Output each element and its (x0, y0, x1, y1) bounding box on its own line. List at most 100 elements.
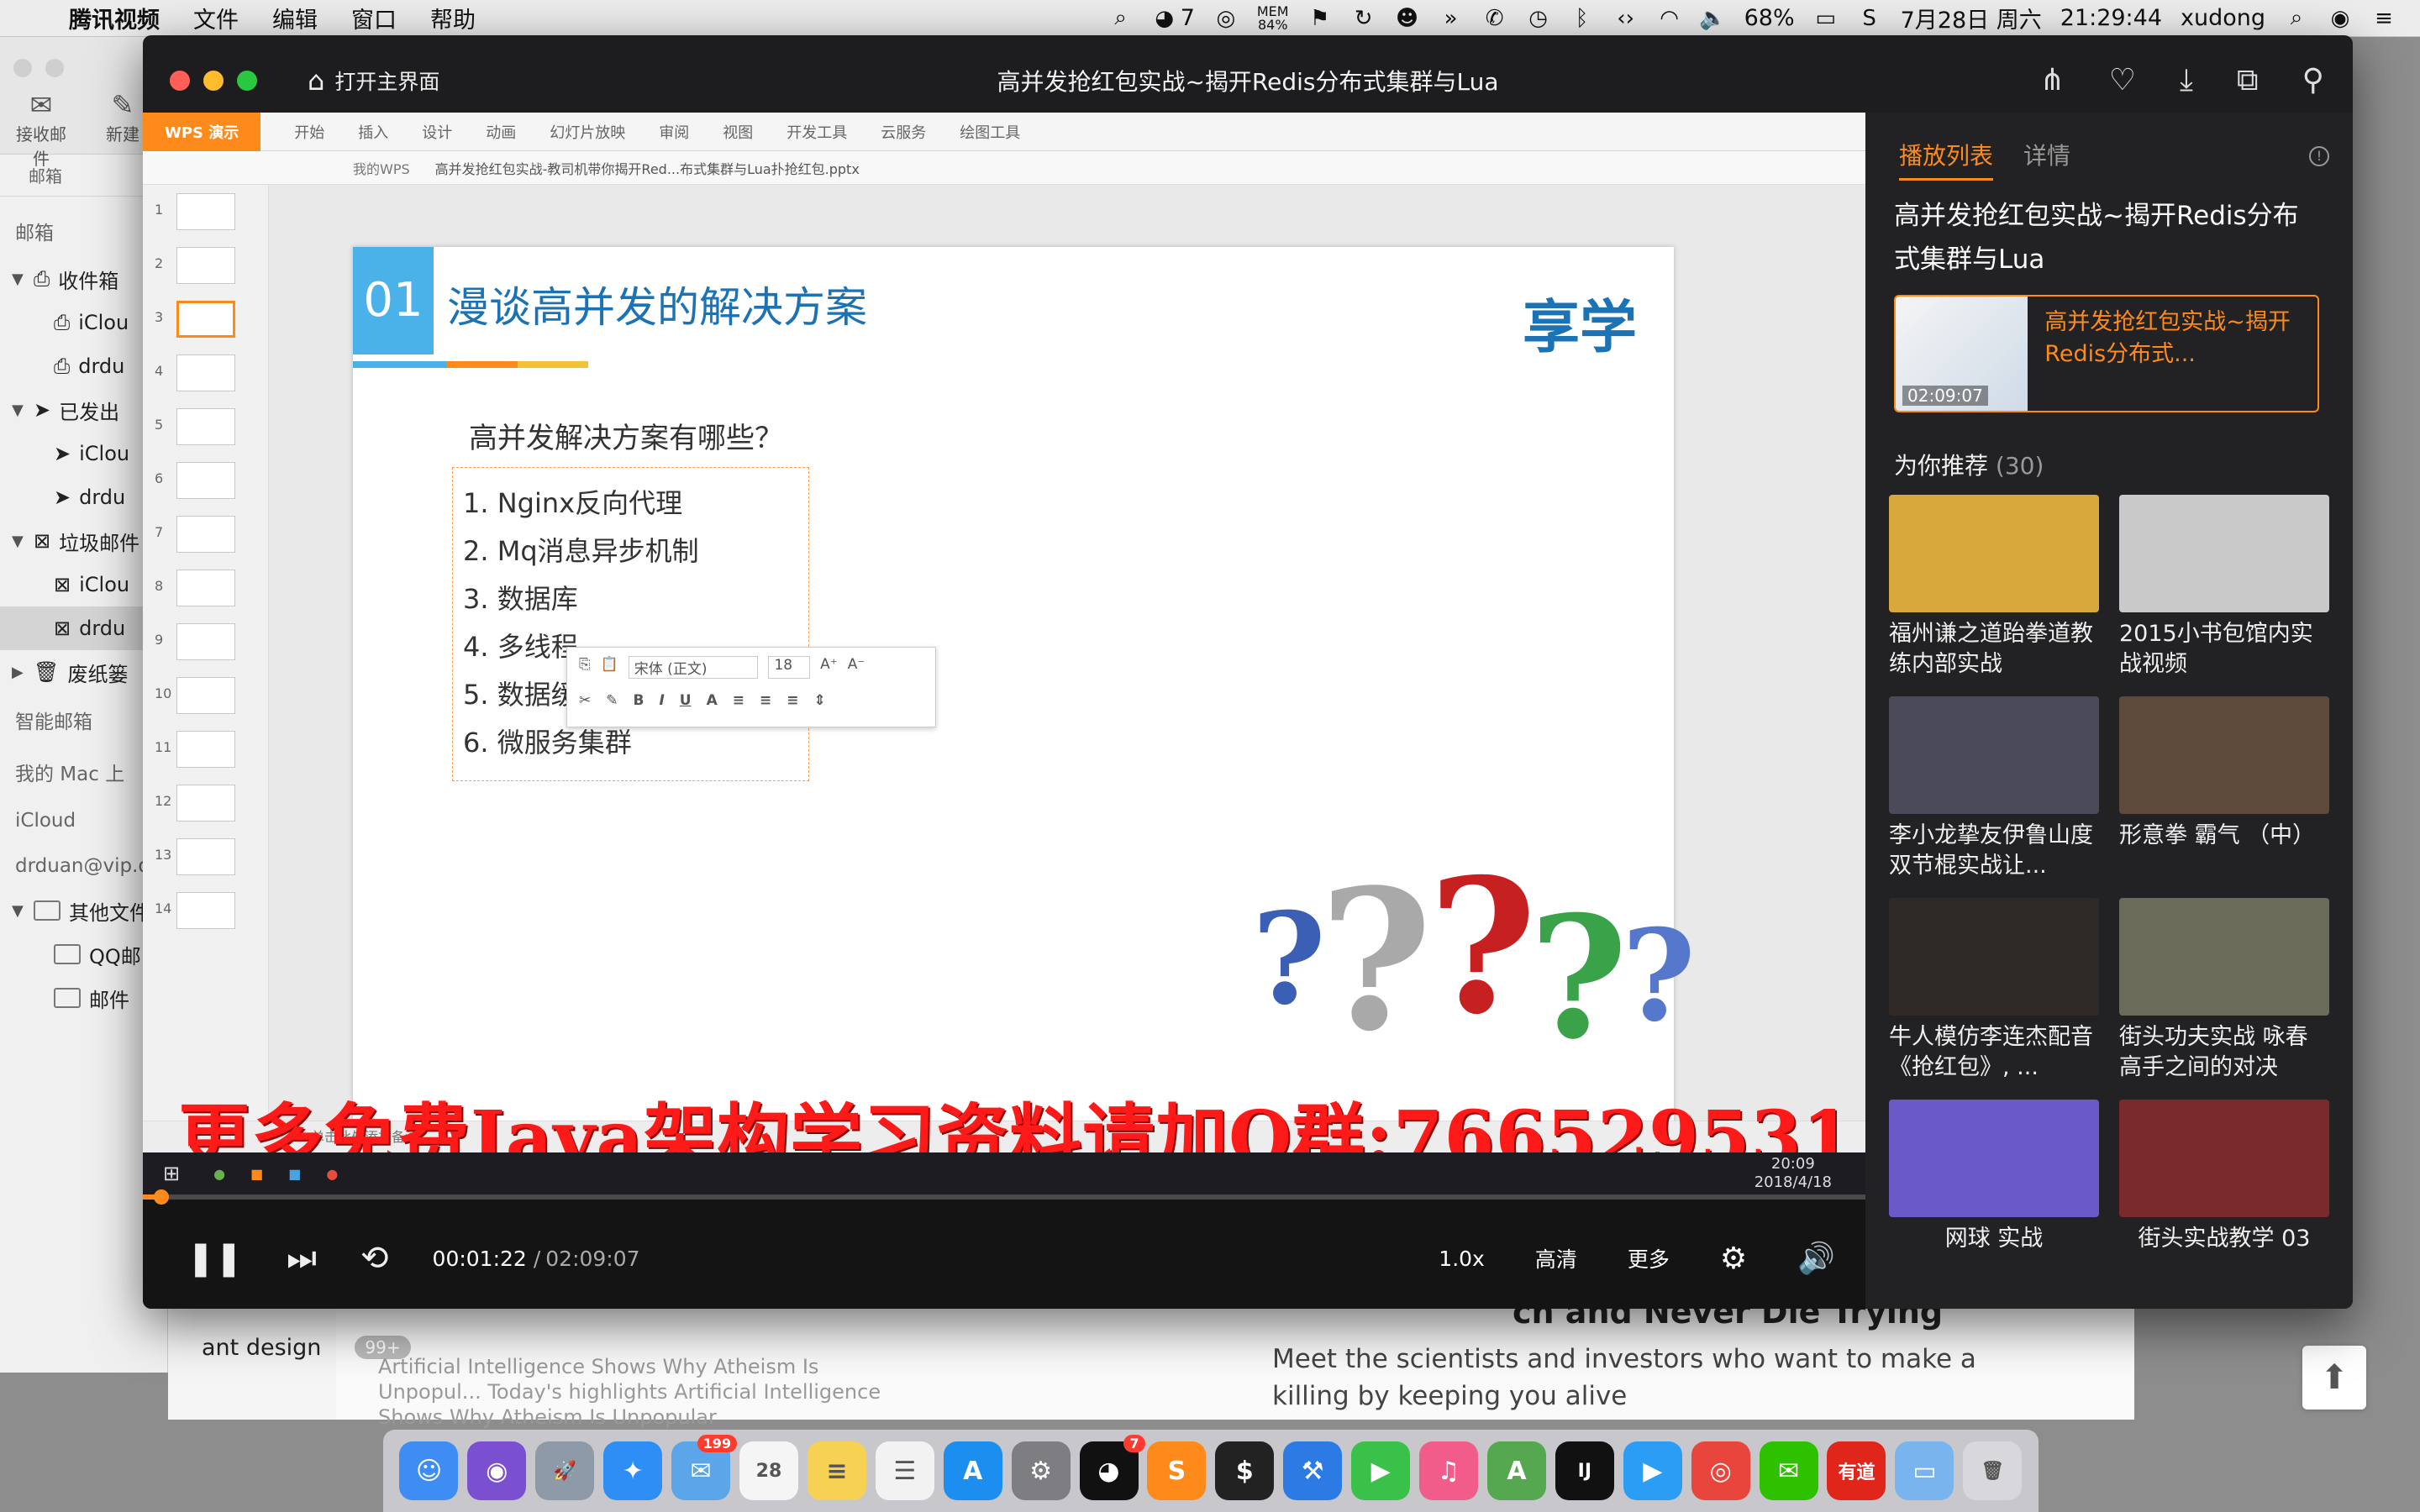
dock-siri[interactable]: ◉ (467, 1441, 527, 1500)
dock-facetime[interactable]: ▶ (1351, 1441, 1411, 1500)
progress-knob[interactable] (153, 1189, 169, 1205)
dock-youdao[interactable]: 有道 (1827, 1441, 1886, 1500)
recommend-card[interactable]: 2015小书包馆内实战视频 (2119, 495, 2329, 686)
flag-icon[interactable]: ⚑ (1307, 6, 1333, 31)
dock-safari[interactable]: ✦ (603, 1441, 663, 1500)
battery-icon[interactable]: ▭ (1813, 6, 1839, 31)
menubar-date[interactable]: 7月28日 周六 (1901, 2, 2042, 34)
get-mail-button[interactable]: ✉ 接收邮件 (12, 89, 71, 170)
sync-icon[interactable]: ↻ (1351, 6, 1376, 31)
playlist-sidebar: 播放列表 详情 ! 高并发抢红包实战~揭开Redis分布式集群与Lua 02:0… (1865, 113, 2353, 1309)
dock-finder[interactable]: ☺ (399, 1441, 459, 1500)
minimize-button[interactable] (203, 71, 224, 91)
dock-app-store[interactable]: A (943, 1441, 1002, 1500)
spotlight-icon[interactable]: ⌕ (2284, 5, 2309, 31)
dock-launchpad[interactable]: 🚀 (535, 1441, 595, 1500)
tab-playlist[interactable]: 播放列表 (1899, 138, 1994, 181)
dock-notes[interactable]: ≡ (807, 1441, 866, 1500)
disclosure-icon[interactable]: ▼ (12, 533, 25, 550)
battery-percent[interactable]: 68% (1744, 5, 1795, 31)
wifi-scan-icon[interactable]: ◎ (1213, 6, 1239, 31)
disclosure-icon[interactable]: ▼ (12, 902, 25, 920)
dock-xcode[interactable]: ⚒ (1283, 1441, 1343, 1500)
dock-calendar[interactable]: 28 (739, 1441, 798, 1500)
sublime-menu-icon[interactable]: S (1857, 6, 1882, 31)
close-button[interactable] (170, 71, 190, 91)
wifi-icon[interactable]: ◠ (1657, 6, 1682, 31)
dock-wechat[interactable]: ✉ (1759, 1441, 1818, 1500)
loop-icon[interactable]: ⟲ (360, 1239, 389, 1278)
menu-app-name[interactable]: 腾讯视频 (69, 2, 160, 34)
recommend-card[interactable]: 形意拳 霸气 （中） (2119, 696, 2329, 888)
forward-icon[interactable]: » (1439, 6, 1464, 31)
scroll-to-top-button[interactable]: ⬆ (2302, 1346, 2366, 1410)
recommend-card[interactable]: 牛人模仿李连杰配音《抢红包》, ... (1889, 898, 2099, 1089)
dock-sublime[interactable]: S (1147, 1441, 1207, 1500)
pip-icon[interactable]: ⧉ (2237, 63, 2259, 98)
bluetooth-icon[interactable]: ᛒ (1570, 6, 1595, 31)
settings-icon[interactable]: ⚙ (1720, 1242, 1747, 1276)
next-icon[interactable]: ⏭ (287, 1239, 317, 1278)
recommend-card[interactable]: 福州谦之道跆拳道教练内部实战 (1889, 495, 2099, 686)
dock-mail[interactable]: ✉ 199 (671, 1435, 738, 1500)
search-status-icon[interactable]: ⌕ (1108, 5, 1134, 31)
pin-icon[interactable]: ⚲ (2302, 63, 2324, 98)
siri-icon[interactable]: ◉ (2328, 6, 2353, 31)
face-icon[interactable]: ☻ (1395, 6, 1420, 31)
dock-terminal[interactable]: $ (1215, 1441, 1275, 1500)
tab-detail[interactable]: 详情 (2023, 138, 2070, 181)
siri-icon: ◉ (486, 1456, 508, 1486)
info-icon[interactable]: ! (2309, 146, 2329, 166)
video-frame[interactable]: WPS 演示 开始 插入 设计 动画 幻灯片放映 审阅 视图 开发工具 云服务 … (143, 113, 1865, 1194)
menu-help[interactable]: 帮助 (430, 2, 476, 34)
download-icon[interactable]: ⤓ (2180, 63, 2193, 98)
dock-itunes[interactable]: ♫ (1419, 1441, 1479, 1500)
dock-chrome[interactable]: ◎ (1691, 1441, 1750, 1500)
dock-tencent-video[interactable]: ▶ (1623, 1441, 1682, 1500)
current-episode[interactable]: 02:09:07 高并发抢红包实战~揭开Redis分布式... (1894, 295, 2319, 412)
mail-minimize-button[interactable] (45, 59, 64, 77)
dock-system-preferences[interactable]: ⚙ (1011, 1441, 1071, 1500)
menubar-user[interactable]: xudong (2181, 5, 2265, 31)
disclosure-icon[interactable]: ▶ (12, 664, 25, 681)
mail-close-button[interactable] (13, 59, 32, 77)
recommend-card[interactable]: 街头功夫实战 咏春高手之间的对决 (2119, 898, 2329, 1089)
share-icon[interactable]: ⋔ (2040, 63, 2065, 98)
open-home-button[interactable]: ⌂ 打开主界面 (308, 65, 439, 97)
more-button[interactable]: 更多 (1628, 1243, 1670, 1273)
dock-downloads[interactable]: ▭ (1895, 1441, 1954, 1500)
wechat-icon[interactable]: ✆ (1482, 6, 1507, 31)
recommend-grid: 福州谦之道跆拳道教练内部实战 2015小书包馆内实战视频 李小龙挚友伊鲁山度 双… (1865, 495, 2353, 1259)
disclosure-icon[interactable]: ▼ (12, 270, 25, 288)
volume-icon[interactable]: 🔈 (1699, 6, 1726, 31)
quality-button[interactable]: 高清 (1535, 1243, 1577, 1273)
recommend-card[interactable]: 李小龙挚友伊鲁山度 双节棍实战让... (1889, 696, 2099, 888)
disclosure-icon[interactable]: ▼ (12, 402, 25, 419)
favorite-icon[interactable]: ♡ (2109, 63, 2136, 98)
progress-bar[interactable] (143, 1189, 1865, 1205)
notification-center-icon[interactable]: ≡ (2371, 6, 2396, 31)
dock-qq[interactable]: ◕ 7 (1079, 1435, 1145, 1500)
recommend-card[interactable]: 街头实战教学 03 (2119, 1100, 2329, 1259)
dock-reminders[interactable]: ☰ (875, 1441, 934, 1500)
recommend-card[interactable]: 网球 实战 (1889, 1100, 2099, 1259)
question-marks-illustration: ? ? ? ? ? (1252, 837, 1696, 1070)
zoom-button[interactable] (237, 71, 257, 91)
dock-intellij[interactable]: IJ (1555, 1441, 1614, 1500)
speed-button[interactable]: 1.0x (1439, 1247, 1485, 1271)
new-mail-button[interactable]: ✎ 新建 (97, 89, 148, 145)
pause-icon[interactable]: ❚❚ (187, 1239, 243, 1278)
sidebar-item-label: 已发出 (59, 400, 120, 424)
code-icon[interactable]: ‹› (1613, 6, 1639, 31)
qq-status[interactable]: ◕ 7 (1152, 5, 1195, 31)
dock-trash[interactable]: 🗑 (1963, 1441, 2023, 1500)
time-machine-icon[interactable]: ◷ (1526, 6, 1551, 31)
menu-file[interactable]: 文件 (193, 2, 239, 34)
volume-icon[interactable]: 🔊 (1797, 1241, 1835, 1276)
memory-status[interactable]: MEM 84% (1257, 4, 1289, 32)
menubar-time[interactable]: 21:29:44 (2060, 5, 2162, 31)
sidebar-item-label: 其他文件 (69, 900, 150, 925)
menu-edit[interactable]: 编辑 (272, 2, 318, 34)
dock-android-studio[interactable]: A (1486, 1441, 1546, 1500)
menu-window[interactable]: 窗口 (351, 2, 397, 34)
